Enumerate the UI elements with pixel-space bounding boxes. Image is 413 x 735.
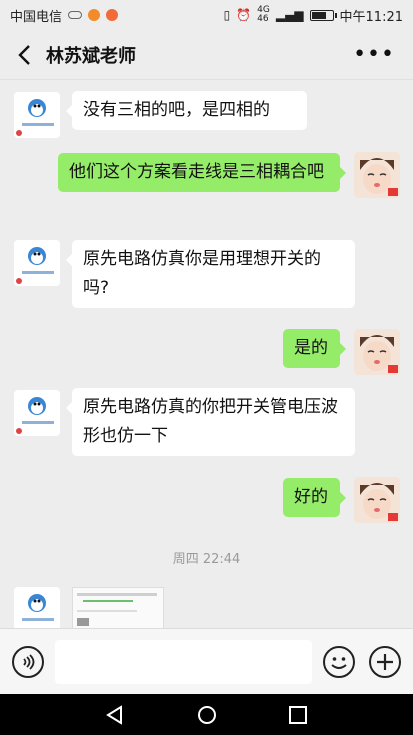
carrier-label: 中国电信 bbox=[10, 9, 63, 25]
message-bubble[interactable]: 是的 bbox=[283, 329, 346, 368]
contact-avatar[interactable] bbox=[14, 390, 60, 436]
contact-avatar[interactable] bbox=[14, 587, 60, 628]
weibo-icon bbox=[88, 9, 101, 21]
nav-recent-icon[interactable] bbox=[287, 704, 309, 726]
plus-icon[interactable] bbox=[369, 646, 401, 678]
my-avatar[interactable] bbox=[354, 477, 400, 523]
chat-title: 林苏斌老师 bbox=[46, 45, 136, 67]
nav-home-icon[interactable] bbox=[196, 704, 218, 726]
system-navigation-bar bbox=[0, 694, 413, 735]
chat-header: 林苏斌老师 ••• bbox=[0, 30, 413, 80]
emoji-icon[interactable] bbox=[323, 646, 355, 678]
more-icon[interactable]: ••• bbox=[347, 42, 401, 67]
alarm-icon: ⏰ bbox=[236, 8, 252, 22]
nav-back-icon[interactable] bbox=[104, 704, 126, 726]
contact-avatar[interactable] bbox=[14, 240, 60, 286]
input-bar bbox=[0, 628, 413, 694]
battery-icon bbox=[309, 9, 337, 21]
my-avatar[interactable] bbox=[354, 329, 400, 375]
back-arrow-icon[interactable] bbox=[12, 40, 36, 70]
status-bar: 中国电信 ▯ ⏰ 4G 46 ▂▄▆ 中午11:21 bbox=[0, 0, 413, 30]
voice-icon[interactable] bbox=[12, 646, 44, 678]
vibrate-icon: ▯ bbox=[223, 8, 231, 22]
status-time: 中午11:21 bbox=[339, 9, 403, 25]
app-notification-icon bbox=[106, 9, 119, 21]
image-message[interactable] bbox=[72, 587, 164, 628]
chat-area[interactable]: 没有三相的吧，是四相的 他们这个方案看走线是三相耦合吧 原先电路仿真你是用理想开… bbox=[0, 80, 413, 628]
message-bubble[interactable]: 好的 bbox=[283, 478, 346, 517]
message-input[interactable] bbox=[55, 640, 312, 684]
signal-icon: ▂▄▆ bbox=[275, 8, 304, 22]
network-label: 4G 46 bbox=[257, 5, 270, 24]
message-bubble[interactable]: 原先电路仿真你是用理想开关的吗? bbox=[66, 240, 355, 308]
message-bubble[interactable]: 没有三相的吧，是四相的 bbox=[66, 91, 307, 130]
my-avatar[interactable] bbox=[354, 152, 400, 198]
timestamp: 周四 22:44 bbox=[172, 552, 241, 567]
contact-avatar[interactable] bbox=[14, 92, 60, 138]
cloud-icon bbox=[68, 11, 83, 19]
message-bubble[interactable]: 他们这个方案看走线是三相耦合吧 bbox=[58, 153, 346, 192]
message-bubble[interactable]: 原先电路仿真的你把开关管电压波形也仿一下 bbox=[66, 388, 355, 456]
